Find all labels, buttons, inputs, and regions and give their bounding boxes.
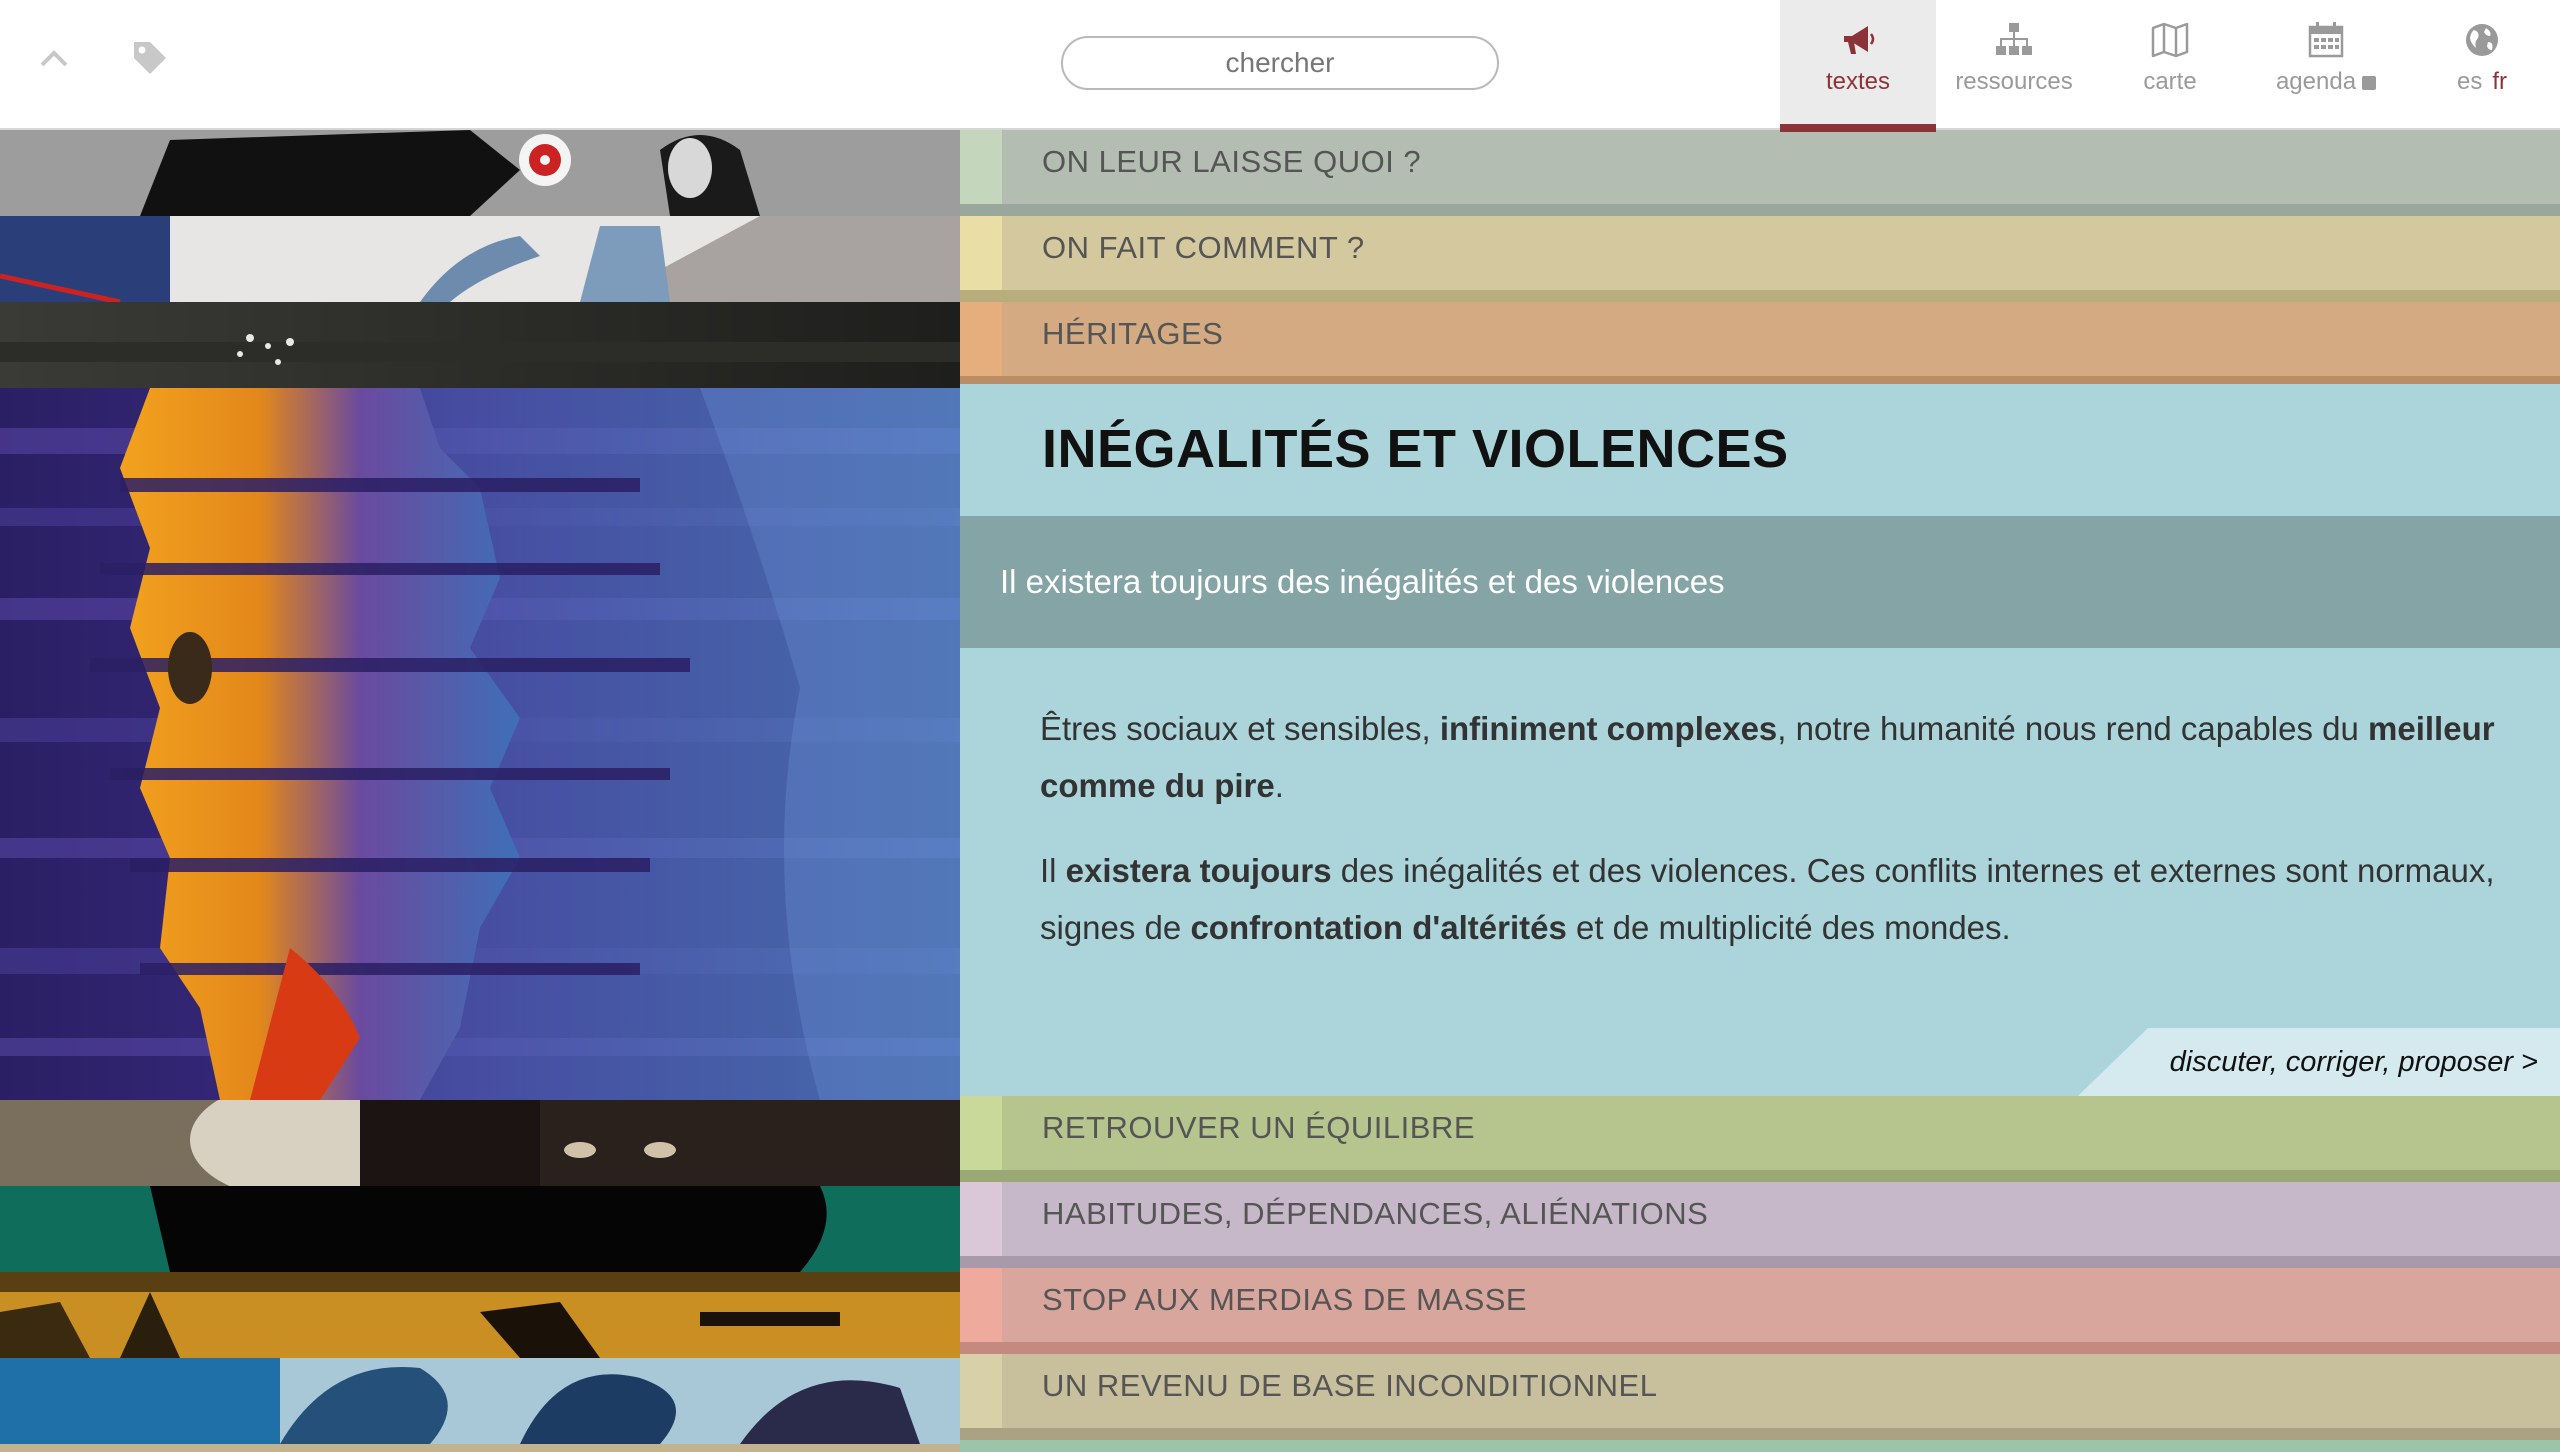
- language-switch: es fr: [2457, 68, 2507, 96]
- section-next-partial[interactable]: [960, 1440, 2560, 1452]
- lang-es[interactable]: es: [2457, 68, 2482, 96]
- featured-image: [0, 388, 960, 1100]
- map-icon: [2151, 22, 2189, 58]
- nav-ressources[interactable]: ressources: [1936, 0, 2092, 130]
- text-run: .: [1274, 767, 1284, 804]
- nav-textes[interactable]: textes: [1780, 0, 1936, 132]
- section-title: RETROUVER UN ÉQUILIBRE: [1042, 1110, 1476, 1145]
- nav-language[interactable]: es fr: [2404, 0, 2560, 130]
- lang-fr[interactable]: fr: [2492, 68, 2507, 96]
- section-title: UN REVENU DE BASE INCONDITIONNEL: [1042, 1368, 1658, 1403]
- text-run: , notre humanité nous rend capables du: [1777, 710, 2369, 747]
- section-stop-aux-merdias-de-masse[interactable]: STOP AUX MERDIAS DE MASSE: [960, 1268, 2560, 1354]
- text-emphasis: infiniment complexes: [1439, 710, 1778, 747]
- section-divider: [960, 1256, 2560, 1268]
- section-title: HABITUDES, DÉPENDANCES, ALIÉNATIONS: [1042, 1196, 1709, 1231]
- section-divider: [960, 1342, 2560, 1354]
- paragraph-2: Il existera toujours des inégalités et d…: [1040, 842, 2500, 956]
- illustration-column: [0, 130, 960, 1452]
- nav-label-ressources: ressources: [1955, 68, 2073, 95]
- nav-label-carte: carte: [2143, 68, 2197, 95]
- thumbnail-strip[interactable]: [0, 130, 960, 216]
- top-header: chercher textes ressources carte agenda …: [0, 0, 2560, 132]
- discuss-link[interactable]: discuter, corriger, proposer >: [2078, 1028, 2560, 1096]
- section-divider: [960, 290, 2560, 302]
- text-emphasis: confrontation d'altérités: [1190, 909, 1567, 946]
- paragraph-1: Êtres sociaux et sensibles, infiniment c…: [1040, 700, 2500, 814]
- globe-icon: [2466, 24, 2498, 56]
- external-link-icon: [2362, 75, 2377, 90]
- section-title: ON FAIT COMMENT ?: [1042, 230, 1365, 265]
- sections-column: ON LEUR LAISSE QUOI ? ON FAIT COMMENT ? …: [960, 130, 2560, 1452]
- calendar-icon: [2308, 22, 2344, 58]
- main-nav: textes ressources carte agenda es fr: [1780, 0, 2560, 132]
- sitemap-icon: [1996, 23, 2032, 55]
- search-input[interactable]: chercher: [1061, 36, 1499, 90]
- thumbnail-strip[interactable]: [0, 1100, 960, 1186]
- thumbnail-strip[interactable]: [0, 1358, 960, 1444]
- section-on-leur-laisse-quoi[interactable]: ON LEUR LAISSE QUOI ?: [960, 130, 2560, 216]
- thumbnail-strip[interactable]: [0, 302, 960, 388]
- text-emphasis: existera toujours: [1065, 852, 1332, 889]
- section-divider: [960, 204, 2560, 216]
- nav-label-textes: textes: [1825, 68, 1891, 95]
- section-un-revenu-de-base-inconditionnel[interactable]: UN REVENU DE BASE INCONDITIONNEL: [960, 1354, 2560, 1440]
- section-habitudes-dependances-alienations[interactable]: HABITUDES, DÉPENDANCES, ALIÉNATIONS: [960, 1182, 2560, 1268]
- section-inegalites-et-violences: INÉGALITÉS ET VIOLENCES Il existera touj…: [960, 384, 2560, 1096]
- tag-icon[interactable]: [122, 30, 178, 86]
- section-divider: [960, 1170, 2560, 1182]
- thumbnail-strip[interactable]: [0, 216, 960, 302]
- agenda-label-text: agenda: [2275, 68, 2357, 95]
- section-title: HÉRITAGES: [1042, 316, 1224, 351]
- section-heading: INÉGALITÉS ET VIOLENCES: [1042, 419, 1789, 479]
- thumbnail-strip[interactable]: [0, 1272, 960, 1358]
- text-run: Êtres sociaux et sensibles,: [1040, 710, 1440, 747]
- text-run: Il: [1040, 852, 1066, 889]
- section-title: STOP AUX MERDIAS DE MASSE: [1042, 1282, 1528, 1317]
- nav-carte[interactable]: carte: [2092, 0, 2248, 130]
- section-title: ON LEUR LAISSE QUOI ?: [1042, 144, 1422, 179]
- nav-agenda[interactable]: agenda: [2248, 0, 2404, 130]
- nav-label-agenda: agenda: [2275, 68, 2377, 96]
- section-divider: [960, 1428, 2560, 1440]
- thumbnail-strip[interactable]: [0, 1444, 960, 1452]
- thumbnail-strip[interactable]: [0, 1186, 960, 1272]
- section-subtitle: Il existera toujours des inégalités et d…: [960, 516, 2560, 648]
- scroll-up-icon[interactable]: [26, 30, 82, 86]
- text-run: et de multiplicité des mondes.: [1566, 909, 2011, 946]
- search-placeholder: chercher: [1225, 47, 1335, 78]
- megaphone-icon: [1844, 26, 1875, 54]
- section-divider: [960, 376, 2560, 384]
- section-retrouver-un-equilibre[interactable]: RETROUVER UN ÉQUILIBRE: [960, 1096, 2560, 1182]
- section-on-fait-comment[interactable]: ON FAIT COMMENT ?: [960, 216, 2560, 302]
